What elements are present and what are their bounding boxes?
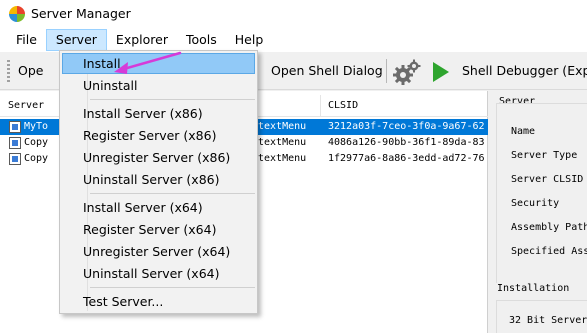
field-security-label: Security [511, 198, 560, 209]
field-server-type-label: Server Type [511, 150, 578, 161]
field-32bit-server-label: 32 Bit Server [509, 315, 587, 326]
toolbar-grip[interactable] [7, 60, 10, 82]
menu-item-unregister-server-x64[interactable]: Unregister Server (x64) [62, 241, 255, 262]
menu-item-register-server-x64[interactable]: Register Server (x64) [62, 219, 255, 240]
menu-item-unregister-server-x86[interactable]: Unregister Server (x86) [62, 147, 255, 168]
row-clsid: 4086a126-90bb-36f1-89da-83 [328, 137, 485, 148]
row-clsid: 1f2977a6-8a86-3edd-ad72-76 [328, 153, 485, 164]
row-name: MyTo [24, 121, 49, 132]
field-name-label: Name [511, 126, 536, 137]
play-icon[interactable] [433, 62, 449, 82]
row-type: textMenu [258, 153, 307, 164]
field-assembly-path-label: Assembly Path [511, 222, 587, 233]
row-clsid: 3212a03f-7ceo-3f0a-9a67-62 [328, 121, 485, 132]
column-header-server[interactable]: Server [2, 95, 44, 117]
menu-item-install-server-x86[interactable]: Install Server (x86) [62, 103, 255, 124]
menu-help[interactable]: Help [226, 29, 273, 51]
menu-bar: File Server Explorer Tools Help [0, 27, 587, 52]
window-title: Server Manager [31, 6, 131, 21]
column-header-clsid[interactable]: CLSID [322, 95, 358, 117]
annotation-arrow-icon [114, 51, 182, 74]
server-icon [9, 137, 21, 149]
details-pane: Server Name Server Type Server CLSID Sec… [490, 91, 587, 333]
menu-item-register-server-x86[interactable]: Register Server (x86) [62, 125, 255, 146]
toolbar-separator [386, 59, 387, 83]
menu-separator [90, 287, 255, 288]
menu-item-install-server-x64[interactable]: Install Server (x64) [62, 197, 255, 218]
row-name: Copy [24, 137, 49, 148]
row-type: textMenu [258, 137, 307, 148]
server-icon [9, 121, 21, 133]
menu-file[interactable]: File [7, 29, 46, 51]
menu-item-uninstall-server-x64[interactable]: Uninstall Server (x64) [62, 263, 255, 284]
menu-item-test-server[interactable]: Test Server... [62, 291, 255, 312]
column-divider[interactable] [320, 95, 321, 117]
installation-group-title: Installation [497, 283, 570, 294]
title-bar: Server Manager [0, 0, 587, 27]
shell-debugger-button[interactable]: Shell Debugger (Expe [462, 52, 587, 90]
menu-item-uninstall[interactable]: Uninstall [62, 75, 255, 96]
menu-separator [90, 99, 255, 100]
server-dropdown-menu: Install Uninstall Install Server (x86) R… [59, 50, 258, 314]
row-name: Copy [24, 153, 49, 164]
open-button[interactable]: Ope [18, 52, 43, 90]
menu-server[interactable]: Server [45, 28, 107, 51]
open-shell-dialog-button[interactable]: Open Shell Dialog [271, 52, 383, 90]
menu-separator [90, 193, 255, 194]
gears-icon[interactable] [392, 58, 422, 86]
field-server-clsid-label: Server CLSID [511, 174, 584, 185]
menu-item-uninstall-server-x86[interactable]: Uninstall Server (x86) [62, 169, 255, 190]
app-icon [9, 5, 25, 22]
row-type: textMenu [258, 121, 307, 132]
server-icon [9, 153, 21, 165]
field-specified-assembly-label: Specified Asse [511, 246, 587, 257]
